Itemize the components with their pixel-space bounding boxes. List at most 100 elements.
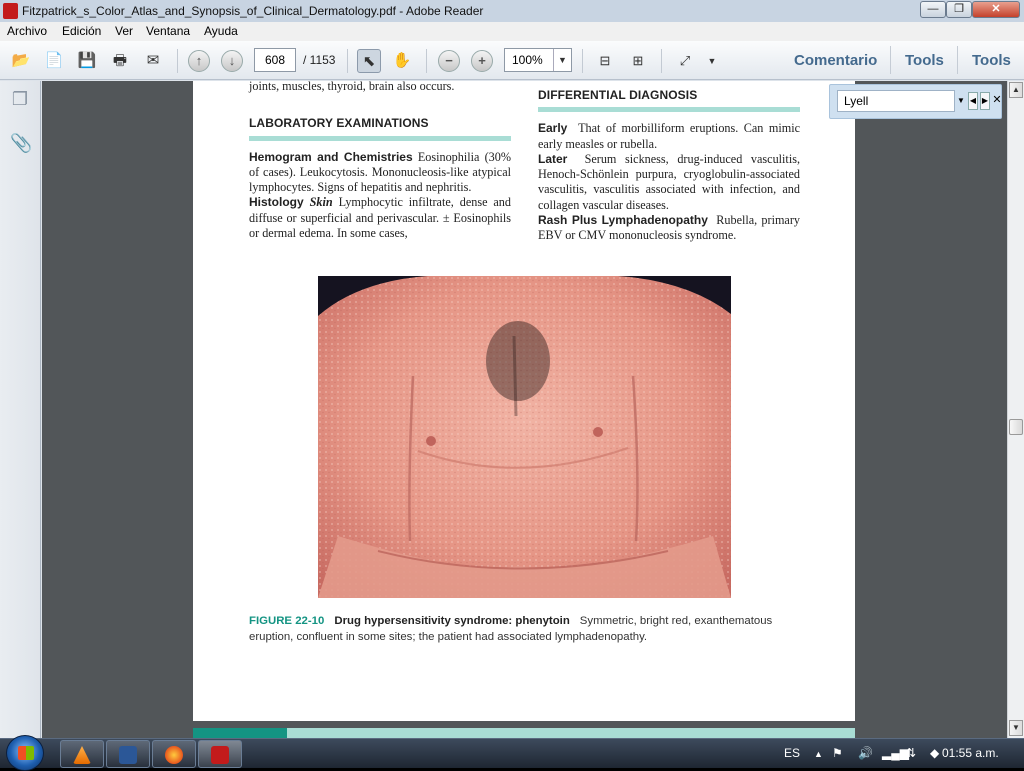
minimize-button[interactable]: — xyxy=(920,1,946,18)
tools-link-2[interactable]: Tools xyxy=(972,52,1011,69)
print-icon[interactable]: 🖶 xyxy=(108,49,132,73)
histology-sub: Skin xyxy=(309,195,333,210)
adobe-reader-window: Fitzpatrick_s_Color_Atlas_and_Synopsis_o… xyxy=(0,0,1024,738)
save-icon[interactable]: 💾 xyxy=(75,49,99,73)
language-indicator[interactable]: ES xyxy=(784,746,800,760)
fit-page-icon[interactable]: ⊞ xyxy=(626,49,650,73)
early-text: That of morbilliform eruptions. Can mimi… xyxy=(538,121,800,151)
figure-caption: FIGURE 22-10 Drug hypersensitivity syndro… xyxy=(249,614,809,645)
firefox-icon xyxy=(165,746,183,764)
fullscreen-icon[interactable]: ⤢ xyxy=(673,49,697,73)
scroll-down-icon[interactable]: ▼ xyxy=(1009,720,1023,736)
toolbar-separator xyxy=(957,46,958,74)
zoom-in-icon[interactable]: + xyxy=(471,50,493,72)
page-bottom-bar-accent xyxy=(193,728,287,738)
toolbar-more-chevron-icon[interactable]: ▼ xyxy=(704,49,720,73)
window-title: Fitzpatrick_s_Color_Atlas_and_Synopsis_o… xyxy=(22,4,484,18)
early-paragraph: Early That of morbilliform eruptions. Ca… xyxy=(538,121,800,152)
navigation-panel: ❐ 📎 xyxy=(0,81,41,738)
zoom-value: 100% xyxy=(512,53,543,67)
menu-ayuda[interactable]: Ayuda xyxy=(204,24,238,38)
hemogram-label: Hemogram and Chemistries xyxy=(249,149,413,164)
scrollbar-thumb[interactable] xyxy=(1009,419,1023,435)
find-input[interactable]: Lyell xyxy=(837,90,955,112)
taskbar-adobe-reader[interactable] xyxy=(198,740,242,768)
vlc-icon xyxy=(73,746,91,764)
email-icon[interactable]: ✉ xyxy=(141,49,165,73)
histology-label: Histology xyxy=(249,195,304,210)
rash-paragraph: Rash Plus Lymphadenopathy Rubella, prima… xyxy=(538,213,800,244)
toolbar-separator xyxy=(347,49,348,73)
menu-ver[interactable]: Ver xyxy=(115,24,133,38)
menu-edicion[interactable]: Edición xyxy=(62,24,101,38)
prev-page-icon[interactable]: ↑ xyxy=(188,50,210,72)
taskbar-word[interactable] xyxy=(106,740,150,768)
word-icon xyxy=(119,746,137,764)
show-hidden-icons-icon[interactable]: ▲ xyxy=(814,749,823,759)
attachments-icon[interactable]: 📎 xyxy=(10,133,32,155)
later-paragraph: Later Serum sickness, drug-induced vascu… xyxy=(538,152,800,213)
document-view[interactable]: joints, muscles, thyroid, brain also occ… xyxy=(42,81,1007,738)
lab-exam-heading: LABORATORY EXAMINATIONS xyxy=(249,116,429,131)
menu-ventana[interactable]: Ventana xyxy=(146,24,190,38)
create-pdf-icon[interactable]: 📄 xyxy=(42,49,66,73)
taskbar-firefox[interactable] xyxy=(152,740,196,768)
windows-logo-icon xyxy=(18,746,34,760)
adobe-reader-icon xyxy=(211,746,229,764)
find-close-icon[interactable]: ✕ xyxy=(992,92,1002,110)
vertical-scrollbar[interactable]: ▲ ▼ xyxy=(1007,81,1024,738)
start-button[interactable] xyxy=(6,735,44,771)
network-signal-icon[interactable]: ▂▄▆ xyxy=(882,746,909,760)
zoom-select[interactable]: 100% ▼ xyxy=(504,48,572,72)
later-text: Serum sickness, drug-induced vasculitis,… xyxy=(538,151,800,212)
tools-link[interactable]: Tools xyxy=(905,52,944,69)
hemogram-paragraph: Hemogram and Chemistries Eosinophilia (3… xyxy=(249,150,511,196)
windows-taskbar: ES ▲ ⚑ 🔊 ▂▄▆ ⇅ ◆ 01:55 a.m. xyxy=(0,735,1024,771)
early-label: Early xyxy=(538,121,568,136)
continued-text: joints, muscles, thyroid, brain also occ… xyxy=(249,81,455,93)
later-label: Later xyxy=(538,151,568,166)
select-tool-icon[interactable]: ⬉ xyxy=(357,49,381,73)
right-column: DIFFERENTIAL DIAGNOSIS Early That of mor… xyxy=(538,88,800,244)
action-center-flag-icon[interactable]: ⚑ xyxy=(832,746,843,760)
page-total: / 1153 xyxy=(303,53,336,67)
comentario-link[interactable]: Comentario xyxy=(794,52,877,69)
find-toolbar: Lyell ▼ ◀ ▶ ✕ xyxy=(829,84,1002,119)
toolbar-separator xyxy=(661,49,662,73)
figure-number: FIGURE 22-10 xyxy=(249,615,325,627)
dropbox-icon[interactable]: ◆ xyxy=(930,746,939,760)
clock[interactable]: 01:55 a.m. xyxy=(942,746,999,760)
scroll-up-icon[interactable]: ▲ xyxy=(1009,82,1023,98)
restore-button[interactable]: ❐ xyxy=(946,1,972,18)
hand-tool-icon[interactable]: ✋ xyxy=(390,49,414,73)
close-button[interactable]: ✕ xyxy=(972,1,1020,18)
clinical-photo xyxy=(318,276,731,598)
page-bottom-bar xyxy=(193,728,855,738)
title-bar: Fitzpatrick_s_Color_Atlas_and_Synopsis_o… xyxy=(0,0,1024,22)
taskbar-vlc[interactable] xyxy=(60,740,104,768)
find-next-icon[interactable]: ▶ xyxy=(980,92,990,110)
adobe-reader-app-icon xyxy=(3,3,18,19)
menu-bar: Archivo Edición Ver Ventana Ayuda xyxy=(0,22,1024,41)
menu-archivo[interactable]: Archivo xyxy=(7,24,47,38)
figure-title: Drug hypersensitivity syndrome: phenytoi… xyxy=(334,615,570,627)
toolbar-separator xyxy=(582,49,583,73)
fit-width-icon[interactable]: ⊟ xyxy=(593,49,617,73)
histology-paragraph: Histology Skin Lymphocytic infiltrate, d… xyxy=(249,195,511,241)
usb-device-icon[interactable]: ⇅ xyxy=(906,746,916,760)
find-options-chevron-icon[interactable]: ▼ xyxy=(955,90,967,112)
toolbar-separator xyxy=(177,49,178,73)
find-previous-icon[interactable]: ◀ xyxy=(968,92,978,110)
volume-icon[interactable]: 🔊 xyxy=(858,746,873,760)
page-number-input[interactable]: 608 xyxy=(254,48,296,72)
clinical-photo-illustration xyxy=(318,276,731,598)
toolbar-separator xyxy=(890,46,891,74)
pages-panel-icon[interactable]: ❐ xyxy=(10,89,30,111)
left-column: joints, muscles, thyroid, brain also occ… xyxy=(249,81,511,241)
zoom-out-icon[interactable]: − xyxy=(438,50,460,72)
differential-diagnosis-heading: DIFFERENTIAL DIAGNOSIS xyxy=(538,88,698,102)
chevron-down-icon[interactable]: ▼ xyxy=(553,49,571,71)
open-icon[interactable]: 📂 xyxy=(9,49,33,73)
next-page-icon[interactable]: ↓ xyxy=(221,50,243,72)
toolbar-separator xyxy=(426,49,427,73)
